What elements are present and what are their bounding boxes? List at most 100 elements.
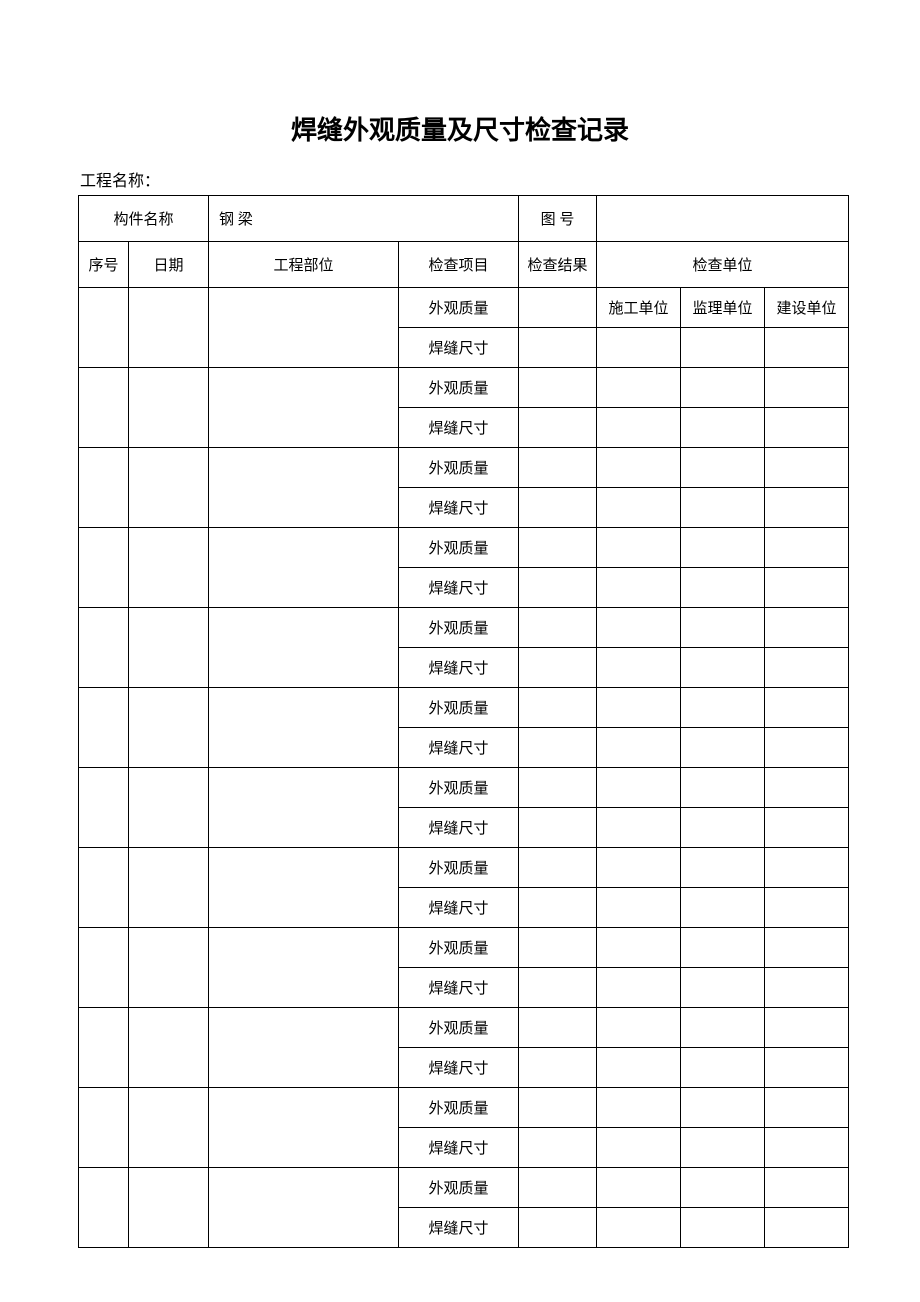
- check-result-cell: [519, 1048, 597, 1088]
- date-cell: [129, 448, 209, 528]
- table-row: 外观质量: [79, 1008, 849, 1048]
- col-check-unit: 检查单位: [597, 242, 849, 288]
- date-cell: [129, 608, 209, 688]
- check-item-cell: 外观质量: [399, 528, 519, 568]
- date-cell: [129, 848, 209, 928]
- unit-construction-cell: [597, 568, 681, 608]
- unit-owner-cell: [765, 528, 849, 568]
- check-item-cell: 焊缝尺寸: [399, 488, 519, 528]
- seq-cell: [79, 368, 129, 448]
- check-item-cell: 焊缝尺寸: [399, 328, 519, 368]
- table-row: 外观质量: [79, 368, 849, 408]
- check-item-cell: 外观质量: [399, 448, 519, 488]
- check-item-cell: 外观质量: [399, 288, 519, 328]
- unit-supervision-cell: [681, 648, 765, 688]
- date-cell: [129, 368, 209, 448]
- table-row: 外观质量: [79, 928, 849, 968]
- check-result-cell: [519, 288, 597, 328]
- check-item-cell: 外观质量: [399, 688, 519, 728]
- unit-owner-cell: [765, 888, 849, 928]
- unit-supervision-cell: [681, 928, 765, 968]
- check-result-cell: [519, 808, 597, 848]
- position-cell: [209, 608, 399, 688]
- check-result-cell: [519, 528, 597, 568]
- check-item-cell: 焊缝尺寸: [399, 568, 519, 608]
- unit-owner-cell: [765, 928, 849, 968]
- unit-construction-cell: [597, 1168, 681, 1208]
- unit-supervision-cell: [681, 1168, 765, 1208]
- unit-supervision-cell: [681, 488, 765, 528]
- unit-owner-cell: [765, 328, 849, 368]
- unit-supervision-cell: [681, 1208, 765, 1248]
- position-cell: [209, 848, 399, 928]
- unit-owner-cell: [765, 448, 849, 488]
- unit-construction-cell: [597, 928, 681, 968]
- unit-supervision-cell: [681, 408, 765, 448]
- unit-supervision-cell: [681, 528, 765, 568]
- check-result-cell: [519, 728, 597, 768]
- unit-supervision-cell: [681, 808, 765, 848]
- check-result-cell: [519, 608, 597, 648]
- col-check-result: 检查结果: [519, 242, 597, 288]
- table-row: 外观质量: [79, 848, 849, 888]
- date-cell: [129, 768, 209, 848]
- position-cell: [209, 1168, 399, 1248]
- unit-construction-cell: [597, 688, 681, 728]
- inspection-table: 构件名称 钢 梁 图 号 序号 日期 工程部位 检查项目 检查结果 检查单位 外…: [78, 195, 849, 1248]
- seq-cell: [79, 1168, 129, 1248]
- unit-construction-cell: [597, 368, 681, 408]
- unit-construction-cell: [597, 448, 681, 488]
- unit-supervision-cell: [681, 1048, 765, 1088]
- unit-construction-cell: [597, 328, 681, 368]
- unit-construction-cell: [597, 728, 681, 768]
- unit-owner-cell: [765, 368, 849, 408]
- unit-construction-cell: [597, 608, 681, 648]
- position-cell: [209, 528, 399, 608]
- seq-cell: [79, 528, 129, 608]
- col-date: 日期: [129, 242, 209, 288]
- unit-construction-cell: [597, 1208, 681, 1248]
- unit-owner-cell: [765, 1048, 849, 1088]
- col-position: 工程部位: [209, 242, 399, 288]
- check-item-cell: 焊缝尺寸: [399, 1128, 519, 1168]
- unit-owner-cell: [765, 488, 849, 528]
- date-cell: [129, 1008, 209, 1088]
- date-cell: [129, 1168, 209, 1248]
- col-seq: 序号: [79, 242, 129, 288]
- unit-supervision-cell: [681, 688, 765, 728]
- unit-owner-cell: [765, 688, 849, 728]
- check-result-cell: [519, 568, 597, 608]
- position-cell: [209, 368, 399, 448]
- page-title: 焊缝外观质量及尺寸检查记录: [78, 110, 842, 147]
- unit-construction-cell: [597, 528, 681, 568]
- col-check-item: 检查项目: [399, 242, 519, 288]
- check-result-cell: [519, 368, 597, 408]
- unit-supervision-cell: [681, 368, 765, 408]
- unit-construction-cell: [597, 488, 681, 528]
- table-row: 外观质量: [79, 528, 849, 568]
- check-result-cell: [519, 328, 597, 368]
- unit-owner-cell: [765, 1008, 849, 1048]
- unit-owner-cell: [765, 1208, 849, 1248]
- unit-owner-cell: [765, 808, 849, 848]
- unit-owner-cell: [765, 848, 849, 888]
- check-result-cell: [519, 1128, 597, 1168]
- check-result-cell: [519, 888, 597, 928]
- unit-construction-header: 施工单位: [597, 288, 681, 328]
- position-cell: [209, 288, 399, 368]
- seq-cell: [79, 608, 129, 688]
- unit-supervision-cell: [681, 608, 765, 648]
- unit-owner-cell: [765, 1128, 849, 1168]
- unit-supervision-cell: [681, 848, 765, 888]
- unit-supervision-cell: [681, 568, 765, 608]
- check-item-cell: 焊缝尺寸: [399, 968, 519, 1008]
- unit-construction-cell: [597, 848, 681, 888]
- unit-supervision-header: 监理单位: [681, 288, 765, 328]
- check-result-cell: [519, 768, 597, 808]
- check-result-cell: [519, 1168, 597, 1208]
- unit-construction-cell: [597, 648, 681, 688]
- unit-supervision-cell: [681, 1088, 765, 1128]
- unit-supervision-cell: [681, 1008, 765, 1048]
- check-item-cell: 外观质量: [399, 1168, 519, 1208]
- seq-cell: [79, 1088, 129, 1168]
